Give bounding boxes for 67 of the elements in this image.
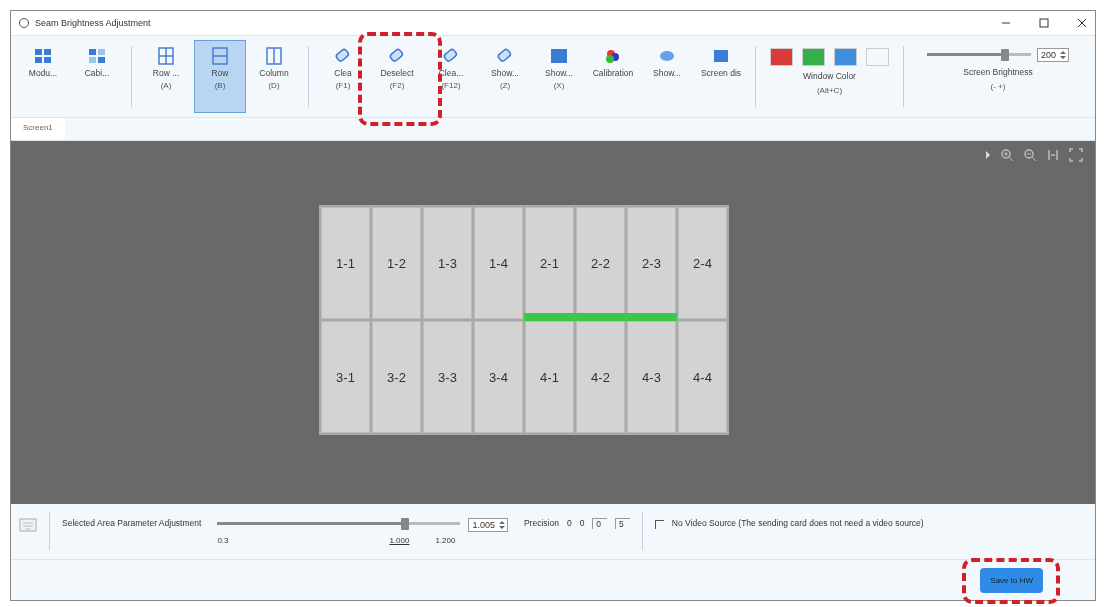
toolbar-button[interactable]: Clea... (F12) [425,40,477,113]
shortcut-label: (- +) [990,82,1006,92]
save-button[interactable]: Save to HW [980,567,1043,593]
checkbox[interactable] [654,520,664,529]
spin-arrows-icon[interactable] [1060,50,1066,60]
toolbar-button[interactable]: Column (D) [248,40,300,113]
table-icon [210,47,230,65]
table-icon [156,47,176,65]
play-icon[interactable] [985,148,991,162]
toolbar-button[interactable]: Calibration [587,40,639,113]
window-color-label: Window Color [803,71,856,81]
color-swatch[interactable] [834,48,857,66]
cabinet-cell[interactable]: 3-1 [321,321,370,433]
color-swatch[interactable] [866,48,889,66]
screen-tab[interactable]: Screen1 [11,118,65,140]
toolbar-button[interactable]: Cabi... [71,40,123,113]
cabinet-cell[interactable]: 3-3 [423,321,472,433]
cabinet-cell[interactable]: 4-2 [576,321,625,433]
cabinet-cell[interactable]: 2-2 [576,207,625,319]
color-swatch[interactable] [770,48,793,66]
window-title: Seam Brightness Adjustment [35,18,151,28]
cabinet-cell[interactable]: 2-1 [525,207,574,319]
toolbar-button[interactable]: Clea (F1) [317,40,369,113]
tick-label: 1.000 [389,536,410,545]
cabinet-cell[interactable]: 1-3 [423,207,472,319]
cabinet-cell[interactable]: 2-4 [678,207,727,319]
toolbar-button[interactable]: Modu... [17,40,69,113]
parameter-label: Selected Area Parameter Adjustment [62,518,202,528]
precision-field[interactable]: 0 [592,518,608,529]
cabinet-cell[interactable]: 2-3 [627,207,676,319]
brightness-spinbox[interactable]: 200 [1037,48,1069,62]
cabinet-cell[interactable]: 1-1 [321,207,370,319]
zoom-in-icon[interactable] [1000,148,1014,162]
close-icon[interactable] [1077,18,1087,28]
cabinet-cell[interactable]: 3-2 [372,321,421,433]
cabinet-cell[interactable]: 4-1 [525,321,574,433]
no-video-source-label: No Video Source (The sending card does not need a video source) [671,518,924,528]
value-spinbox[interactable]: 1.005 [468,518,508,532]
toolbar-button[interactable]: Show... (X) [533,40,585,113]
shortcut-label: (Alt+C) [816,86,843,96]
cabinet-cell[interactable]: 4-4 [678,321,727,433]
spin-arrows-icon[interactable] [498,520,505,530]
fit-icon[interactable] [1046,148,1060,162]
toolbar-button[interactable]: Show... (Z) [479,40,531,113]
tick-label: 0.3 [217,536,229,545]
cabinet-cell[interactable]: 1-4 [474,207,523,319]
toolbar-button[interactable]: Deselect (F2) [371,40,423,113]
color-swatch[interactable] [802,48,825,66]
cabinet-cell[interactable]: 4-3 [627,321,676,433]
brightness-label: Screen Brightness [963,67,1033,77]
grid-icon [87,47,107,65]
zoom-out-icon[interactable] [1023,148,1037,162]
maximize-icon[interactable] [1039,18,1049,28]
precision-label: Precision [523,518,559,528]
cabinet-cell[interactable]: 1-2 [372,207,421,319]
toolbar-button[interactable]: Row ... (A) [140,40,192,113]
precision-digit: 0 [566,518,572,528]
precision-field[interactable]: 5 [615,518,630,529]
grid-icon [33,47,53,65]
cabinet-cell[interactable]: 3-4 [474,321,523,433]
table-icon [264,47,284,65]
precision-digit: 0 [579,518,585,528]
toolbar-button[interactable]: Show... [641,40,693,113]
fullscreen-icon[interactable] [1069,148,1083,162]
tick-label: 1.200 [435,536,456,545]
toolbar-button[interactable]: Screen dis [695,40,747,113]
toolbar-button[interactable]: Row (B) [194,40,246,113]
